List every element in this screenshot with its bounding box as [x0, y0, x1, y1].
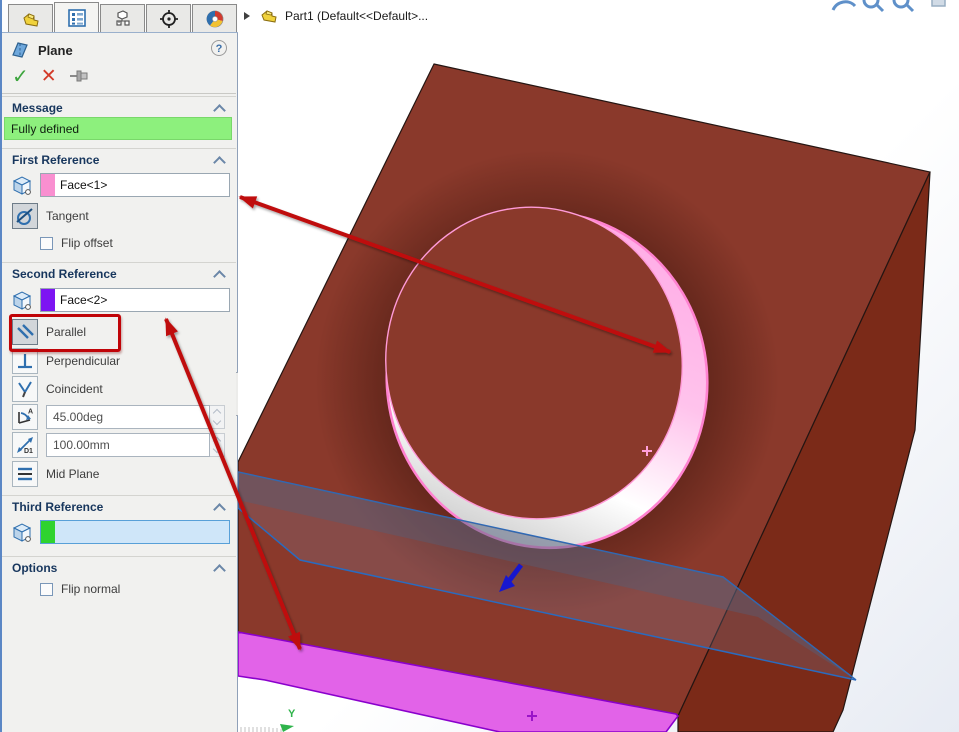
- configuration-manager-icon: [112, 9, 134, 29]
- flip-normal-label: Flip normal: [61, 582, 120, 596]
- reference-entity-icon: [10, 288, 34, 312]
- collapse-chevron-icon: [213, 503, 226, 516]
- display-sphere-icon: [204, 9, 226, 29]
- ok-button[interactable]: ✓: [12, 64, 29, 89]
- collapse-chevron-icon: [213, 104, 226, 117]
- angle-field[interactable]: 45.00deg: [46, 405, 210, 429]
- distance-icon: D1: [15, 435, 35, 455]
- angle-button[interactable]: A: [12, 404, 38, 430]
- first-reference-selection-box[interactable]: Face<1>: [40, 173, 230, 197]
- angle-icon: A: [15, 407, 35, 427]
- coincident-button[interactable]: [12, 376, 38, 402]
- section-header-message[interactable]: Message: [2, 96, 236, 116]
- tab-dimxpertmanager[interactable]: [146, 4, 191, 32]
- selection-color-swatch: [41, 521, 55, 543]
- tab-displaymanager[interactable]: [192, 4, 237, 32]
- expand-triangle-icon[interactable]: [244, 12, 250, 20]
- section-header-first-reference[interactable]: First Reference: [2, 148, 236, 168]
- target-icon: [158, 9, 180, 29]
- tab-featuremanager-design-tree[interactable]: [8, 4, 53, 32]
- graphics-viewport[interactable]: Y: [238, 0, 959, 732]
- selection-color-swatch: [41, 174, 55, 196]
- section-header-options[interactable]: Options: [2, 556, 236, 576]
- perpendicular-icon: [15, 351, 35, 371]
- coincident-icon: [15, 379, 35, 399]
- collapse-chevron-icon: [213, 564, 226, 577]
- cancel-button[interactable]: ✕: [41, 65, 57, 88]
- tab-configuration-manager[interactable]: [100, 4, 145, 32]
- page-title: Plane: [38, 43, 73, 58]
- part-icon: [20, 9, 42, 29]
- selection-color-swatch: [41, 289, 55, 311]
- section-header-second-reference[interactable]: Second Reference: [2, 262, 236, 282]
- collapse-chevron-icon: [213, 270, 226, 283]
- propertymanager-icon: [66, 8, 88, 28]
- distance-button[interactable]: D1: [12, 432, 38, 458]
- svg-text:A: A: [28, 409, 33, 416]
- distance-field[interactable]: 100.00mm: [46, 433, 210, 457]
- angle-stepper[interactable]: [210, 405, 225, 429]
- reference-entity-icon: [10, 173, 34, 197]
- annotation-highlight-box: [9, 314, 121, 352]
- svg-text:Y: Y: [288, 708, 296, 720]
- distance-stepper[interactable]: [210, 433, 225, 457]
- perpendicular-label: Perpendicular: [46, 354, 120, 368]
- tangent-label: Tangent: [46, 209, 89, 223]
- part-icon: [260, 8, 278, 24]
- reference-entity-icon: [10, 520, 34, 544]
- mid-plane-icon: [15, 464, 35, 484]
- tangent-icon: [15, 206, 35, 226]
- tangent-button[interactable]: [12, 203, 38, 229]
- second-reference-selection-box[interactable]: Face<2>: [40, 288, 230, 312]
- help-icon[interactable]: ?: [211, 40, 227, 56]
- mid-plane-label: Mid Plane: [46, 467, 99, 481]
- status-message: Fully defined: [4, 117, 232, 140]
- panel-tab-bar: [2, 0, 238, 33]
- pin-icon[interactable]: [69, 69, 91, 83]
- plane-icon: [10, 40, 30, 60]
- coincident-label: Coincident: [46, 382, 103, 396]
- feature-tree-label: Part1 (Default<<Default>...: [285, 9, 428, 23]
- svg-text:D1: D1: [24, 448, 33, 455]
- property-manager-panel: Plane ? ✓ ✕ Message Fully defined First …: [0, 0, 238, 732]
- section-header-third-reference[interactable]: Third Reference: [2, 495, 236, 515]
- tab-propertymanager[interactable]: [54, 2, 99, 32]
- flip-offset-checkbox[interactable]: [40, 237, 53, 250]
- mid-plane-button[interactable]: [12, 461, 38, 487]
- flip-offset-label: Flip offset: [61, 236, 113, 250]
- flip-normal-checkbox[interactable]: [40, 583, 53, 596]
- collapse-chevron-icon: [213, 156, 226, 169]
- third-reference-selection-box[interactable]: [40, 520, 230, 544]
- flyout-feature-tree[interactable]: Part1 (Default<<Default>...: [244, 8, 428, 24]
